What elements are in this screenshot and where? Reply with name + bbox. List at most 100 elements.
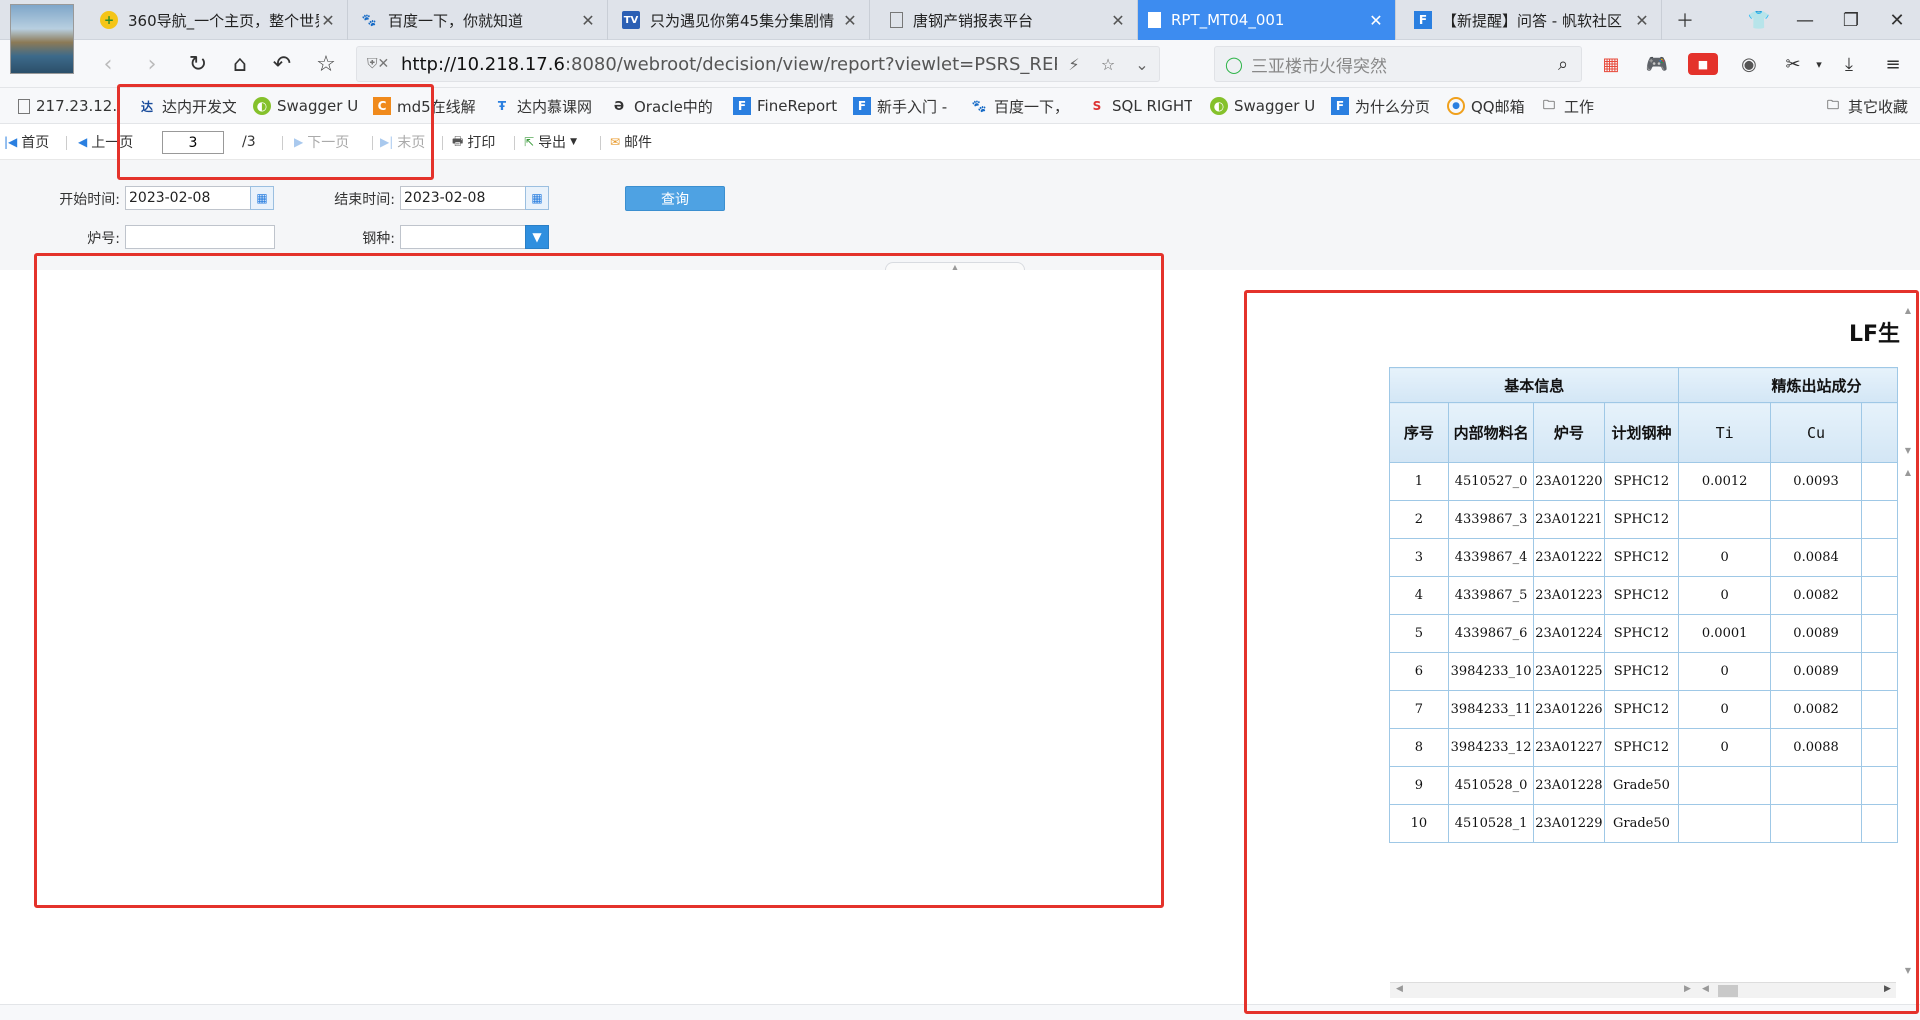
scroll-thumb[interactable] [1718, 985, 1738, 997]
tab-close-icon[interactable]: ✕ [1109, 11, 1127, 30]
query-button[interactable]: 查询 [625, 186, 725, 211]
bookmark-item[interactable]: 217.23.12... [18, 94, 118, 118]
bookmark-item[interactable]: Ə Oracle中的 [610, 94, 714, 118]
search-input[interactable]: ◯ 三亚楼市火得突然 ⌕ [1214, 46, 1582, 82]
skin-icon[interactable]: 👕 [1736, 0, 1782, 40]
home-icon[interactable]: ⌂ [224, 48, 256, 80]
bookmark-item[interactable]: F 为什么分页 [1331, 94, 1431, 118]
tab-close-icon[interactable]: ✕ [579, 11, 597, 30]
scroll-right-icon[interactable]: ▶ [1684, 984, 1691, 994]
last-page-button[interactable]: ▶| 末页 [380, 132, 425, 152]
prev-page-button[interactable]: ◀ 上一页 [78, 132, 133, 152]
page-number-input[interactable] [162, 131, 224, 154]
steel-grade-select[interactable] [400, 225, 528, 249]
eye-icon[interactable]: ◉ [1734, 50, 1764, 78]
restore-icon[interactable]: ❐ [1828, 0, 1874, 40]
search-icon[interactable]: ⌕ [1545, 54, 1581, 75]
table-cell: 3984233_12 [1447, 728, 1535, 767]
scroll-up-icon[interactable]: ▲ [1902, 306, 1914, 315]
start-time-label: 开始时间: [59, 192, 120, 208]
bookmark-item[interactable]: Cmd5在线解 [373, 94, 477, 118]
scroll-up-icon[interactable]: ▲ [1902, 468, 1914, 477]
tab-close-icon[interactable]: ✕ [319, 11, 337, 30]
start-time-input[interactable]: 2023-02-08 [125, 186, 253, 210]
table-cell: 0.0084 [1769, 538, 1863, 577]
bookmark-label: 217.23.12... [36, 97, 118, 115]
tab-rpt-mt04[interactable]: RPT_MT04_001 ✕ [1138, 0, 1396, 40]
calendar-icon[interactable]: ▦ [250, 186, 274, 210]
table-cell: 0.0012 [1678, 462, 1771, 501]
chevron-down-icon[interactable]: ▾ [1804, 50, 1834, 78]
menu-icon[interactable]: ≡ [1878, 50, 1908, 78]
mail-button[interactable]: ✉ 邮件 [610, 132, 652, 152]
group-header-refine: 精炼出站成分 [1678, 367, 1898, 403]
apps-grid-icon[interactable]: ▦ [1596, 50, 1626, 78]
close-window-icon[interactable]: ✕ [1874, 0, 1920, 40]
tab-title: 【新提醒】问答 - 帆软社区 [1442, 11, 1622, 30]
bookmark-item[interactable]: ◐ Swagger U [1210, 94, 1314, 118]
table-cell: SPHC12 [1603, 652, 1680, 691]
bookmark-item[interactable]: ● QQ邮箱 [1447, 94, 1537, 118]
lightning-icon[interactable]: ⚡ [1057, 55, 1091, 74]
dropdown-arrow-icon[interactable]: ▼ [525, 225, 549, 249]
print-label: 打印 [467, 135, 496, 151]
scroll-down-icon[interactable]: ▼ [1902, 966, 1914, 975]
swagger-icon: ◐ [1210, 97, 1228, 115]
bookmark-item[interactable]: 🐾 百度一下， [970, 94, 1074, 118]
swagger-icon: ◐ [253, 97, 271, 115]
calendar-icon[interactable]: ▦ [525, 186, 549, 210]
table-cell: 4339867_3 [1447, 500, 1535, 539]
table-cell: 2 [1389, 500, 1449, 539]
tab-tanggang-report[interactable]: 唐钢产销报表平台 ✕ [880, 0, 1138, 40]
bookmark-folder[interactable]: 🗀 工作 [1540, 94, 1610, 118]
bookmark-item[interactable]: 达达内开发文 [138, 94, 236, 118]
export-button[interactable]: ⇱ 导出 ▼ [524, 132, 577, 152]
tab-baidu[interactable]: 🐾 百度一下，你就知道 ✕ [350, 0, 608, 40]
prev-page-label: 上一页 [91, 135, 134, 151]
chevron-down-icon[interactable]: ⌄ [1125, 55, 1159, 74]
table-row: 9 4510528_0 23A01228 Grade50 [1389, 766, 1898, 805]
bookmark-item[interactable]: ◐ Swagger U [253, 94, 357, 118]
forward-icon[interactable]: › [136, 48, 168, 80]
tab-close-icon[interactable]: ✕ [1633, 11, 1651, 30]
address-bar[interactable]: ⛨✕ http://10.218.17.6:8080/webroot/decis… [356, 46, 1160, 82]
mail-icon: ✉ [610, 135, 621, 149]
favorite-star-icon[interactable]: ☆ [1091, 55, 1125, 74]
download-icon[interactable]: ⤓ [1834, 50, 1864, 78]
game-icon[interactable]: 🎮 [1642, 50, 1672, 78]
tab-360-nav[interactable]: + 360导航_一个主页，整个世界 ✕ [90, 0, 348, 40]
print-button[interactable]: 🖶 打印 [452, 132, 495, 152]
parameter-panel [0, 160, 1920, 270]
scroll-left-icon[interactable]: ◀ [1702, 984, 1709, 994]
tab-tv-series[interactable]: TV 只为遇见你第45集分集剧情 ✕ [612, 0, 870, 40]
table-cell: 23A01220 [1533, 462, 1605, 501]
bookmark-item[interactable]: Ŧ 达内慕课网 [493, 94, 597, 118]
bookmark-item[interactable]: S SQL RIGHT [1088, 94, 1192, 118]
bookmark-item[interactable]: F 新手入门 - [853, 94, 951, 118]
new-tab-icon[interactable]: ＋ [1662, 0, 1708, 40]
end-time-input[interactable]: 2023-02-08 [400, 186, 528, 210]
tab-fanruan-community[interactable]: F 【新提醒】问答 - 帆软社区 ✕ [1404, 0, 1662, 40]
profile-thumbnail [10, 4, 74, 74]
undo-close-icon[interactable]: ↶ [266, 48, 298, 80]
first-page-button[interactable]: |◀ 首页 [4, 132, 49, 152]
shopping-icon[interactable]: ■ [1688, 53, 1718, 75]
back-icon[interactable]: ‹ [92, 48, 124, 80]
horizontal-scrollbar[interactable]: ◀ ▶ ◀ ▶ [1390, 982, 1896, 998]
table-cell: 0.0093 [1769, 462, 1863, 501]
bookmark-item[interactable]: F FineReport [733, 94, 837, 118]
tab-close-icon[interactable]: ✕ [1367, 11, 1385, 30]
bookmark-folder-other[interactable]: 🗀 其它收藏 [1824, 94, 1920, 118]
vertical-scrollbar[interactable]: ▲ ▼ ▲ ▼ [1902, 300, 1914, 990]
scroll-right-icon[interactable]: ▶ [1884, 984, 1891, 994]
next-page-button[interactable]: ▶ 下一页 [294, 132, 349, 152]
minimize-icon[interactable]: — [1782, 0, 1828, 40]
tab-close-icon[interactable]: ✕ [841, 11, 859, 30]
furnace-no-input[interactable] [125, 225, 275, 249]
bookmark-star-icon[interactable]: ☆ [310, 48, 342, 80]
reload-icon[interactable]: ↻ [182, 48, 214, 80]
tab-title: RPT_MT04_001 [1171, 11, 1285, 29]
table-cell-overflow [1861, 652, 1898, 691]
scroll-down-icon[interactable]: ▼ [1902, 446, 1914, 455]
scroll-left-icon[interactable]: ◀ [1396, 984, 1403, 994]
